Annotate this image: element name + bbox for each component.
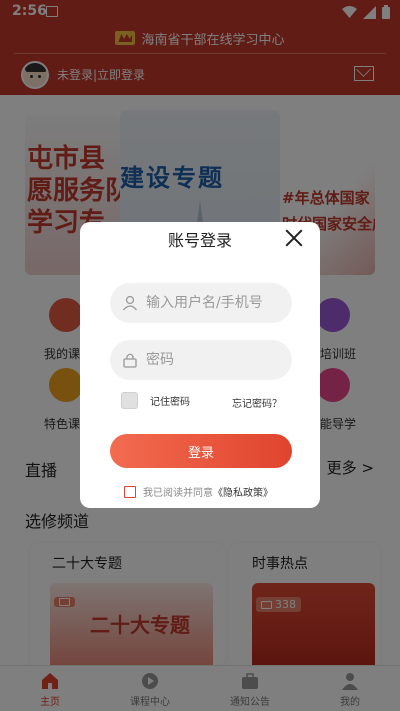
close-icon[interactable] [284, 228, 304, 248]
agree-label: 我已阅读并同意《隐私政策》 [143, 484, 273, 499]
password-input[interactable] [144, 351, 284, 369]
lock-icon [123, 353, 137, 368]
agree-prefix: 我已阅读并同意 [143, 488, 213, 499]
forgot-password-link[interactable]: 忘记密码？ [232, 395, 282, 410]
username-field[interactable] [110, 283, 292, 323]
username-input[interactable] [144, 294, 284, 312]
agree-checkbox[interactable] [124, 485, 136, 498]
password-field[interactable] [110, 340, 292, 380]
remember-checkbox[interactable] [121, 392, 138, 409]
login-dialog: 账号登录 记住密码 忘记密码？ 登录 我已阅读并同意《隐私政策》 [80, 222, 320, 508]
remember-row[interactable]: 记住密码 [121, 392, 190, 409]
remember-label: 记住密码 [150, 397, 190, 408]
login-button[interactable]: 登录 [110, 434, 292, 468]
privacy-policy-link[interactable]: 《隐私政策》 [213, 488, 273, 499]
agree-row[interactable]: 我已阅读并同意《隐私政策》 [124, 484, 273, 499]
user-icon [122, 295, 138, 311]
